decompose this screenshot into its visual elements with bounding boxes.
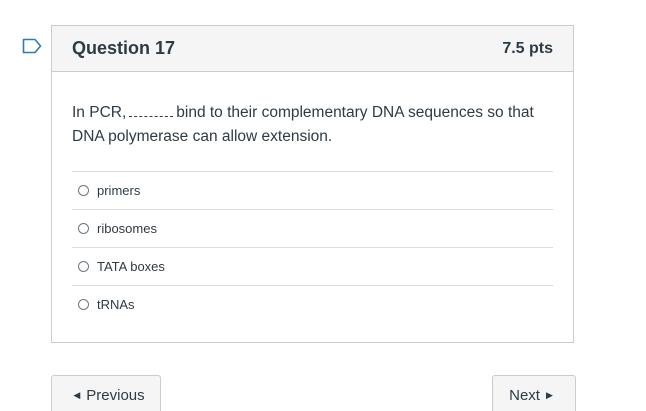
answer-label: tRNAs — [97, 297, 135, 312]
answer-option[interactable]: TATA boxes — [72, 248, 553, 286]
answer-option[interactable]: ribosomes — [72, 210, 553, 248]
question-text-start: In PCR, — [72, 104, 127, 121]
next-button[interactable]: Next ▶ — [492, 375, 576, 411]
previous-label: Previous — [86, 386, 145, 404]
radio-button[interactable] — [78, 299, 89, 310]
fill-in-blank — [129, 102, 174, 117]
answer-label: primers — [97, 183, 141, 198]
radio-button[interactable] — [78, 261, 89, 272]
answer-option[interactable]: primers — [72, 172, 553, 210]
answer-label: ribosomes — [97, 221, 157, 236]
triangle-right-icon: ▶ — [545, 389, 553, 400]
question-card: Question 17 7.5 pts In PCR, bind to their… — [51, 25, 574, 343]
question-header: Question 17 7.5 pts — [52, 26, 573, 72]
radio-button[interactable] — [78, 223, 89, 234]
answer-option[interactable]: tRNAs — [72, 286, 553, 323]
answer-label: TATA boxes — [97, 259, 165, 274]
question-body: In PCR, bind to their complementary DNA s… — [52, 72, 573, 323]
radio-button[interactable] — [78, 185, 89, 196]
bookmark-flag-icon[interactable] — [22, 38, 42, 54]
quiz-page: Question 17 7.5 pts In PCR, bind to their… — [0, 0, 646, 411]
answer-list: primers ribosomes TATA boxes tRNAs — [72, 171, 553, 323]
triangle-left-icon: ◀ — [73, 389, 81, 400]
question-points: 7.5 pts — [502, 39, 553, 57]
question-text: In PCR, bind to their complementary DNA s… — [72, 101, 553, 149]
question-title: Question 17 — [72, 38, 176, 58]
previous-button[interactable]: ◀ Previous — [51, 375, 161, 411]
next-label: Next — [509, 386, 540, 404]
